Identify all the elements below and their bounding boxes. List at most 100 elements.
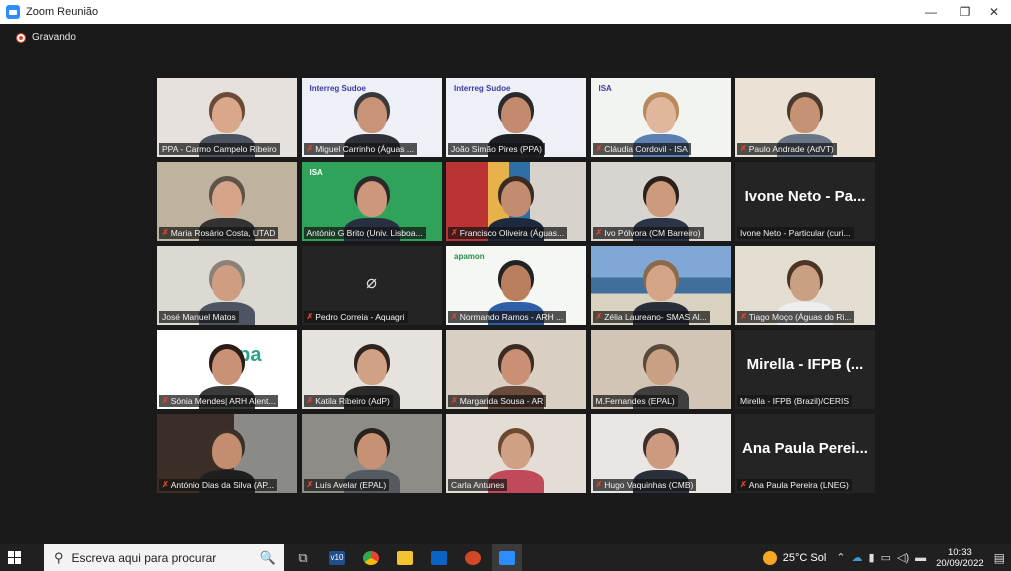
onedrive-icon[interactable]: ☁ xyxy=(852,551,863,564)
participant-name-label: ✗ Luís Avelar (EPAL) xyxy=(303,479,390,491)
participant-tile[interactable]: Interreg Sudoe João Simão Pires (PPA) xyxy=(446,78,586,157)
volume-icon[interactable]: ◁) xyxy=(897,551,909,564)
slide-logo: Interreg Sudoe xyxy=(454,84,511,93)
participant-tile[interactable]: ✗ Margarida Sousa - AR xyxy=(446,330,586,409)
participant-face xyxy=(645,433,676,469)
search-placeholder: Escreva aqui para procurar xyxy=(71,550,217,565)
meeting-area: Gravando PPA - Carmo Campelo Ribeiro Inte… xyxy=(0,24,1011,544)
participant-name-label: Ivone Neto - Particular (curi... xyxy=(737,227,854,239)
participant-tile[interactable]: PPA - Carmo Campelo Ribeiro xyxy=(157,78,297,157)
participant-name-label: ✗ Zélia Laureano- SMAS Al... xyxy=(592,311,710,323)
participant-name: M.Fernandes (EPAL) xyxy=(595,396,675,406)
outlook-icon[interactable] xyxy=(424,544,454,571)
participant-face xyxy=(501,97,531,133)
notifications-icon[interactable]: ▤ xyxy=(994,551,1005,565)
participant-face xyxy=(645,349,676,385)
participant-name: Cláudia Cordovil - ISA xyxy=(604,144,688,154)
participant-tile[interactable]: José Manuel Matos xyxy=(157,246,297,325)
participant-tile[interactable]: apa ✗ Sónia Mendes| ARH Alent... xyxy=(157,330,297,409)
participant-name-label: ✗ Cláudia Cordovil - ISA xyxy=(592,143,691,155)
battery-icon[interactable]: ▬ xyxy=(915,552,926,564)
muted-mic-icon: ✗ xyxy=(162,396,169,405)
participant-face xyxy=(212,265,242,301)
participant-tile[interactable]: ✗ António Dias da Silva (AP... xyxy=(157,414,297,493)
participant-name: Hugo Vaquinhas (CMB) xyxy=(604,480,694,490)
participant-tile[interactable]: ⌀ ✗ Pedro Correia - Aquagri xyxy=(301,246,442,325)
participant-tile[interactable]: ✗ Katila Ribeiro (AdP) xyxy=(301,330,442,409)
participant-name: Sónia Mendes| ARH Alent... xyxy=(170,396,276,406)
participant-tile[interactable]: ISA ✗ Cláudia Cordovil - ISA xyxy=(590,78,731,157)
task-view-icon[interactable]: ⧉ xyxy=(288,544,318,571)
participant-tile[interactable]: Ivone Neto - Pa... Ivone Neto - Particula… xyxy=(735,162,875,241)
participant-tile[interactable]: ✗ Maria Rosário Costa, UTAD xyxy=(157,162,297,241)
participant-tile[interactable]: Carla Antunes xyxy=(446,414,586,493)
participant-name-label: Mirella - IFPB (Brazil)/CERIS xyxy=(737,395,853,407)
weather-label[interactable]: 25°C Sol xyxy=(783,552,827,564)
muted-mic-icon: ✗ xyxy=(306,144,314,153)
participant-tile[interactable]: apamon ✗ Normando Ramos - ARH ... xyxy=(446,246,586,325)
participant-display-name: Ivone Neto - Pa... xyxy=(744,188,866,205)
participant-name-label: João Simão Pires (PPA) xyxy=(448,143,546,155)
title-bar: Zoom Reunião — ❐ ✕ xyxy=(0,0,1011,24)
muted-mic-icon: ✗ xyxy=(451,228,458,237)
recording-label: Gravando xyxy=(32,32,76,43)
participant-name: Tiago Moço (Águas do Ri... xyxy=(748,312,852,322)
file-explorer-icon[interactable] xyxy=(390,544,420,571)
close-button[interactable]: ✕ xyxy=(977,0,1011,24)
participant-name: António G Brito (Univ. Lisboa... xyxy=(306,228,423,238)
participant-tile[interactable]: ✗ Zélia Laureano- SMAS Al... xyxy=(590,246,731,325)
chevron-up-icon[interactable]: ⌃ xyxy=(836,551,845,564)
minimize-button[interactable]: — xyxy=(914,0,948,24)
network-icon[interactable]: ▭ xyxy=(881,551,891,564)
clock[interactable]: 10:33 20/09/2022 xyxy=(936,547,984,569)
muted-mic-icon: ✗ xyxy=(162,228,169,237)
participant-face xyxy=(645,181,676,217)
chrome-icon[interactable] xyxy=(356,544,386,571)
participant-face xyxy=(356,349,387,385)
participant-tile[interactable]: ISA António G Brito (Univ. Lisboa... xyxy=(301,162,442,241)
participant-tile[interactable]: ✗ Tiago Moço (Águas do Ri... xyxy=(735,246,875,325)
participant-tile[interactable]: ✗ Hugo Vaquinhas (CMB) xyxy=(590,414,731,493)
participant-name-label: ✗ Paulo Andrade (AdVT) xyxy=(737,143,837,155)
participant-name-label: ✗ Tiago Moço (Águas do Ri... xyxy=(737,311,855,323)
muted-mic-icon: ✗ xyxy=(595,480,603,489)
participant-face xyxy=(212,181,242,217)
search-highlight-icon: 🔍 xyxy=(259,549,276,565)
participant-tile[interactable]: ✗ Ivo Pólvora (CM Barreiro) xyxy=(590,162,731,241)
slide-logo: ISA xyxy=(598,84,612,93)
muted-mic-icon: ✗ xyxy=(451,396,458,405)
participant-face xyxy=(645,97,676,133)
participant-tile[interactable]: Ana Paula Perei... ✗ Ana Paula Pereira (LN… xyxy=(735,414,875,493)
participant-name: José Manuel Matos xyxy=(162,312,236,322)
slide-logo: apamon xyxy=(454,252,485,261)
usb-icon[interactable]: ▮ xyxy=(869,551,875,564)
participant-name: Ivo Pólvora (CM Barreiro) xyxy=(604,228,701,238)
participant-face xyxy=(645,265,676,301)
powerpoint-icon[interactable] xyxy=(458,544,488,571)
participant-display-name: Ana Paula Perei... xyxy=(742,440,868,457)
muted-mic-icon: ✗ xyxy=(306,480,314,489)
participant-name-label: ✗ Maria Rosário Costa, UTAD xyxy=(159,227,279,239)
participant-face xyxy=(790,265,820,301)
participant-name-label: M.Fernandes (EPAL) xyxy=(592,395,678,407)
participant-tile[interactable]: Mirella - IFPB (... Mirella - IFPB (Brazi… xyxy=(735,330,875,409)
participant-tile[interactable]: ✗ Paulo Andrade (AdVT) xyxy=(735,78,875,157)
participant-face xyxy=(356,181,387,217)
participant-name: Maria Rosário Costa, UTAD xyxy=(170,228,276,238)
participant-name-label: ✗ Katila Ribeiro (AdP) xyxy=(303,395,393,407)
windows-start-icon[interactable] xyxy=(8,551,28,564)
participant-face xyxy=(501,349,531,385)
recording-indicator[interactable]: Gravando xyxy=(16,32,76,43)
participant-name-label: ✗ Ana Paula Pereira (LNEG) xyxy=(737,479,852,491)
participant-tile[interactable]: M.Fernandes (EPAL) xyxy=(590,330,731,409)
participant-name-label: ✗ Miguel Carrinho (Águas ... xyxy=(303,143,417,155)
v10-app-icon[interactable]: v10 xyxy=(322,544,352,571)
participant-tile[interactable]: ✗ Luís Avelar (EPAL) xyxy=(301,414,442,493)
taskbar-search[interactable]: ⚲ Escreva aqui para procurar 🔍 xyxy=(44,544,284,571)
participant-tile[interactable]: ✗ Francisco Oliveira (Águas... xyxy=(446,162,586,241)
zoom-app-icon[interactable] xyxy=(492,544,522,571)
participant-face xyxy=(356,433,387,469)
participant-face xyxy=(212,349,242,385)
participant-tile[interactable]: Interreg Sudoe ✗ Miguel Carrinho (Águas ..… xyxy=(301,78,442,157)
participant-name-label: Carla Antunes xyxy=(448,479,508,491)
